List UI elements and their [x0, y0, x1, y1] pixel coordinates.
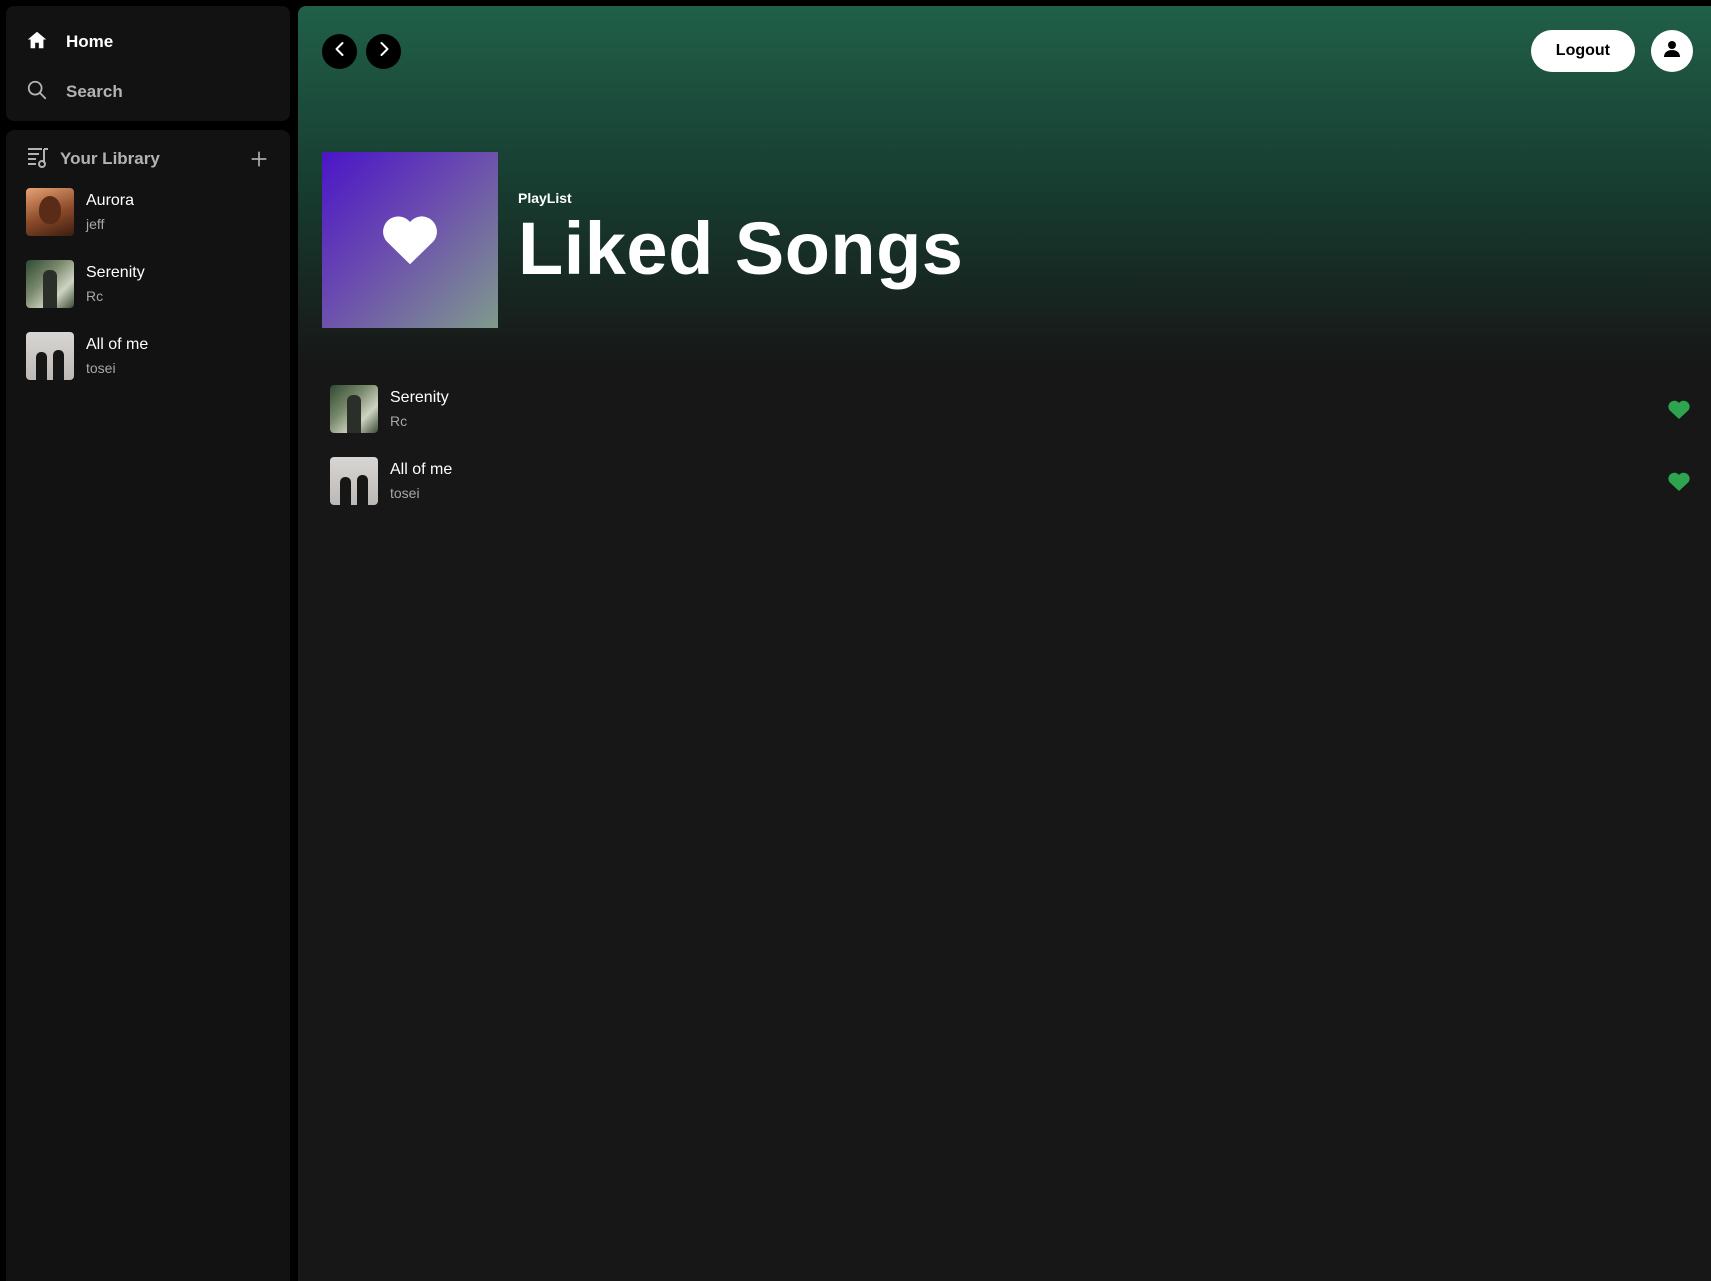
track-row[interactable]: Serenity Rc	[330, 384, 1691, 434]
playlist-kind: PlayList	[518, 190, 572, 206]
sidebar-nav: Home Search	[6, 6, 290, 121]
app-root: Home Search Your Library Aurora jeff Ser…	[0, 0, 1711, 1281]
library-item-aurora[interactable]: Aurora jeff	[26, 186, 270, 238]
library-icon	[26, 145, 50, 174]
back-button[interactable]	[322, 33, 357, 69]
profile-button[interactable]	[1651, 30, 1693, 72]
library-item-all-of-me[interactable]: All of me tosei	[26, 330, 270, 382]
track-title: Serenity	[390, 389, 449, 406]
playlist-cover	[322, 152, 498, 328]
nav-search-label: Search	[66, 82, 123, 101]
library-title: Your Library	[60, 149, 160, 168]
nav-home[interactable]: Home	[26, 28, 270, 56]
library-panel: Your Library Aurora jeff Serenity Rc All…	[6, 130, 290, 1281]
user-icon	[1663, 40, 1681, 63]
album-cover-image	[26, 332, 74, 380]
playlist-header: PlayList Liked Songs	[322, 152, 963, 328]
library-header: Your Library	[26, 146, 270, 172]
forward-button[interactable]	[366, 33, 401, 69]
page-title: Liked Songs	[518, 207, 964, 290]
track-artist: Rc	[390, 413, 408, 429]
search-icon	[26, 79, 48, 106]
logout-button[interactable]: Logout	[1530, 30, 1635, 72]
main-content: Logout PlayList Liked Songs Serenity Rc …	[298, 6, 1711, 1281]
album-cover-image	[330, 457, 378, 505]
library-item-title: Aurora	[86, 192, 135, 209]
track-artist: tosei	[390, 485, 420, 501]
library-item-artist: Rc	[86, 288, 104, 304]
library-item-title: All of me	[86, 336, 149, 353]
account-controls: Logout	[1530, 30, 1693, 72]
top-bar: Logout	[322, 30, 1693, 72]
nav-search[interactable]: Search	[26, 78, 270, 106]
like-heart-icon[interactable]	[1667, 470, 1691, 492]
album-cover-image	[26, 188, 74, 236]
history-nav	[322, 33, 401, 69]
track-list: Serenity Rc All of me tosei	[330, 384, 1691, 528]
library-item-title: Serenity	[86, 264, 145, 281]
library-title-button[interactable]: Your Library	[26, 145, 160, 174]
library-item-serenity[interactable]: Serenity Rc	[26, 258, 270, 310]
add-playlist-button[interactable]	[248, 148, 270, 170]
album-cover-image	[330, 385, 378, 433]
nav-home-label: Home	[66, 32, 114, 51]
heart-icon	[380, 210, 440, 271]
track-title: All of me	[390, 461, 453, 478]
home-icon	[26, 29, 48, 56]
chevron-left-icon	[332, 41, 348, 62]
library-item-artist: tosei	[86, 360, 116, 376]
chevron-right-icon	[376, 41, 392, 62]
track-row[interactable]: All of me tosei	[330, 456, 1691, 506]
like-heart-icon[interactable]	[1667, 398, 1691, 420]
library-item-artist: jeff	[86, 216, 105, 232]
album-cover-image	[26, 260, 74, 308]
